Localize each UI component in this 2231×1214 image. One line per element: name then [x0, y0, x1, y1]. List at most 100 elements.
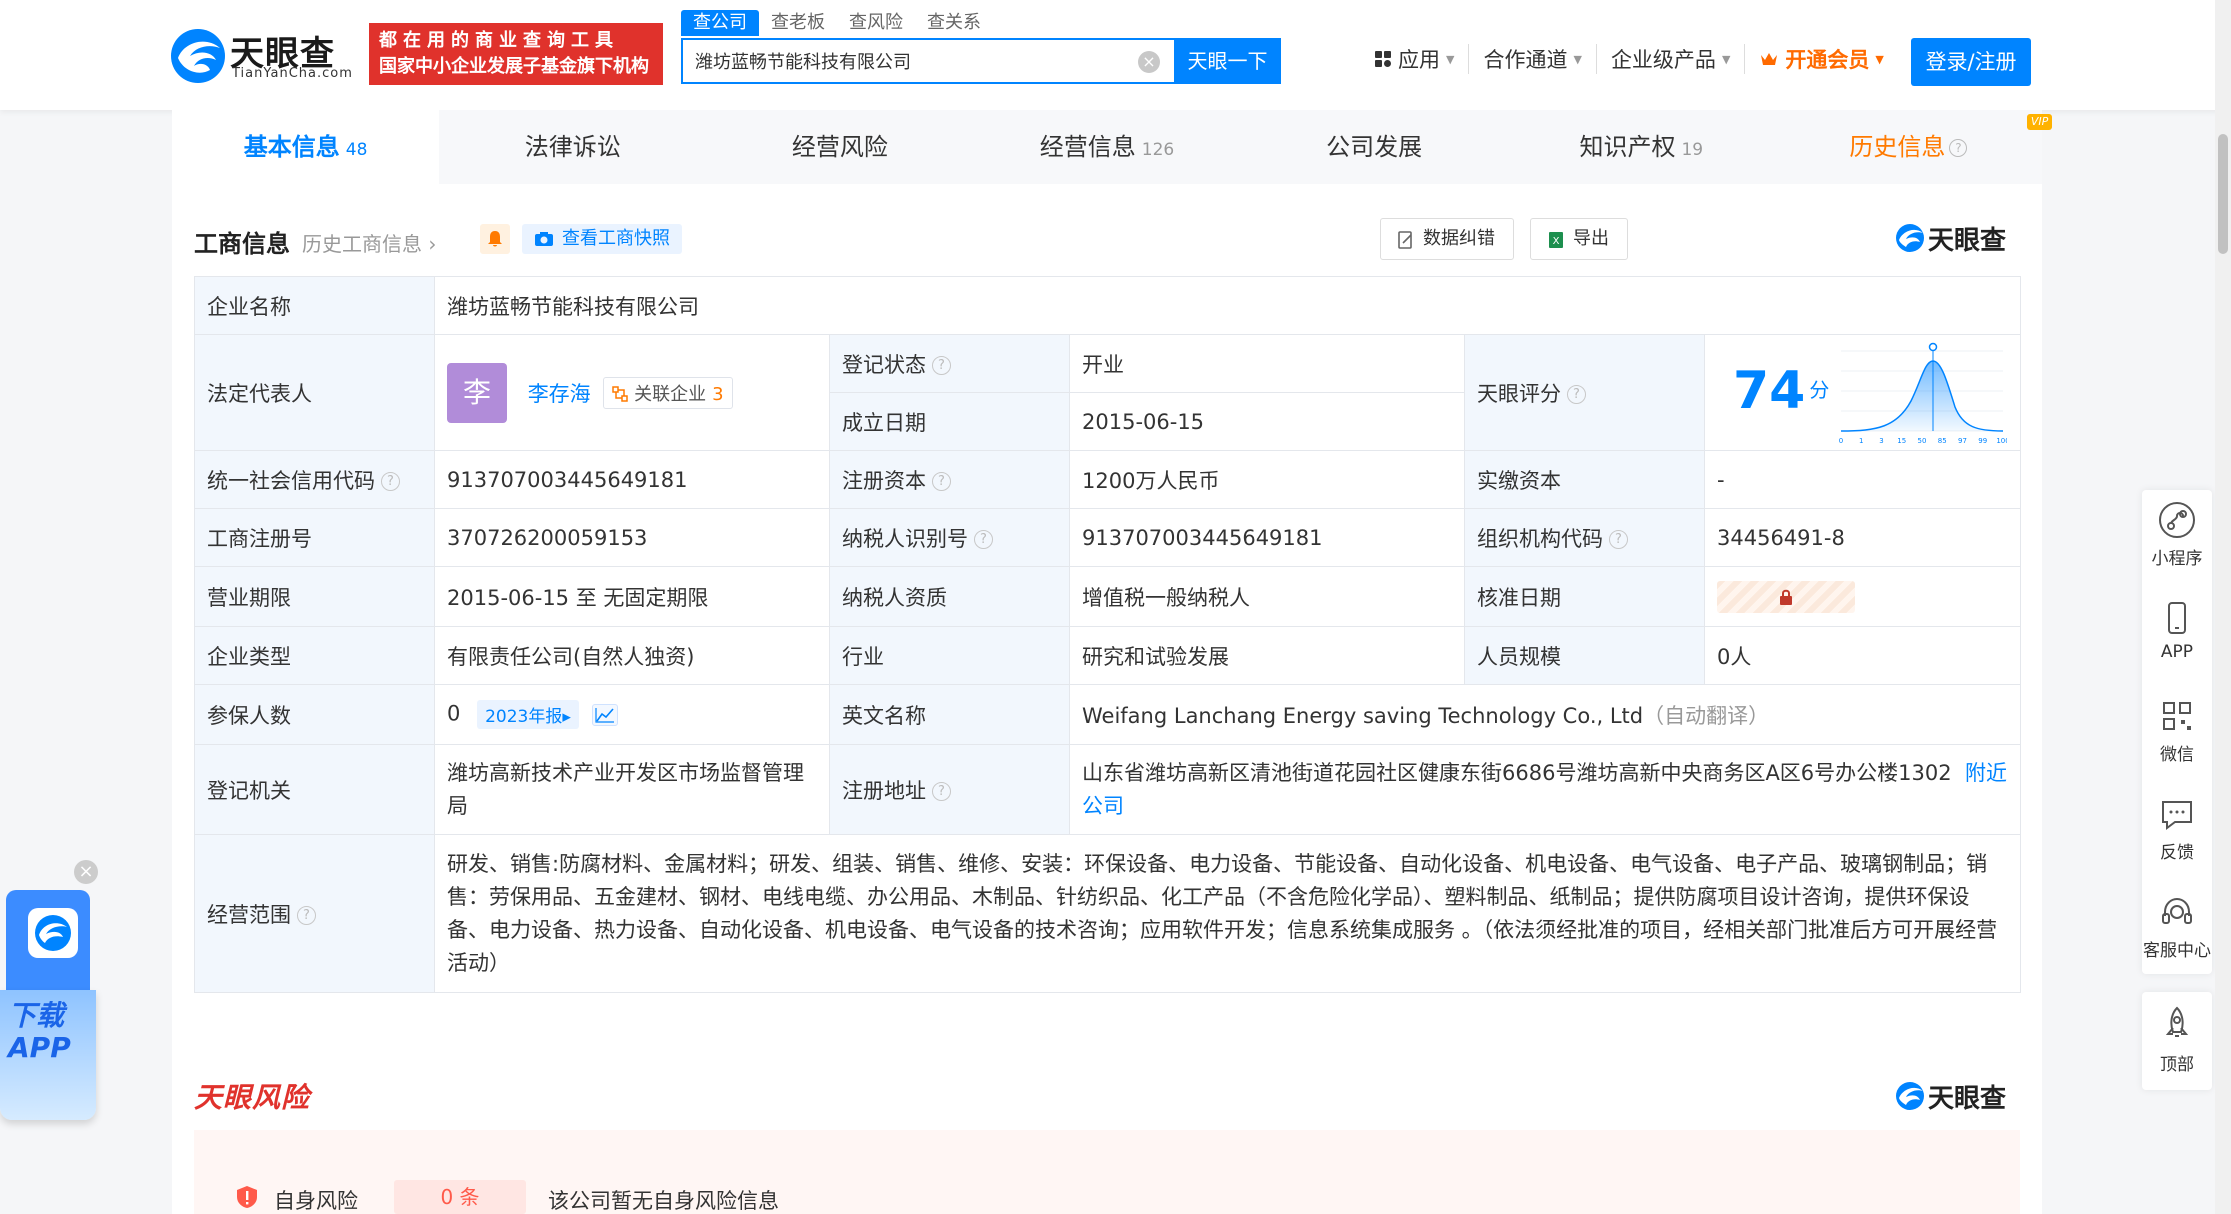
- feedback-button[interactable]: 反馈: [2142, 784, 2212, 874]
- tab-operation[interactable]: 经营信息 126: [973, 110, 1240, 184]
- related-companies-button[interactable]: 关联企业 3: [603, 376, 733, 409]
- nav-vip[interactable]: 开通会员 ▼: [1745, 44, 1897, 74]
- legal-rep-cell: 李 李存海 关联企业 3: [434, 334, 830, 451]
- address-label-text: 注册地址: [842, 778, 926, 803]
- english-note: （自动翻译）: [1643, 703, 1770, 728]
- right-float-toolbar: 小程序 APP 微信 反馈 客服中心: [2142, 490, 2212, 974]
- tab-count: 126: [1141, 140, 1175, 160]
- term-value: 2015-06-15 至 无固定期限: [434, 566, 830, 627]
- help-icon[interactable]: ?: [381, 472, 400, 491]
- tab-basic-info[interactable]: 基本信息 48: [172, 110, 440, 184]
- score-value: 74: [1733, 361, 1806, 421]
- staff-label: 人员规模: [1464, 626, 1705, 685]
- nav-apps[interactable]: 应用 ▼: [1360, 44, 1470, 74]
- vertical-scrollbar[interactable]: [2215, 0, 2231, 1214]
- reg-no-label: 工商注册号: [194, 508, 435, 567]
- company-name-value: 潍坊蓝畅节能科技有限公司: [433, 276, 2022, 335]
- wechat-button[interactable]: 微信: [2142, 686, 2212, 776]
- edit-icon: [1398, 231, 1412, 249]
- bell-icon[interactable]: [480, 224, 510, 254]
- avatar[interactable]: 李: [447, 362, 507, 423]
- phone-icon: [2168, 602, 2186, 634]
- risk-section-title: 天眼风险: [194, 1081, 311, 1114]
- search-input[interactable]: [683, 40, 1103, 82]
- vip-badge: VIP: [2026, 114, 2053, 130]
- legal-rep-link[interactable]: 李存海: [528, 382, 591, 406]
- self-risk-row[interactable]: 自身风险 0 条 该公司暂无自身风险信息: [194, 1130, 2020, 1214]
- table-row: 工商注册号 370726200059153 纳税人识别号? 9137070034…: [194, 508, 2022, 567]
- help-icon[interactable]: ?: [1609, 530, 1628, 549]
- shield-alert-icon: [237, 1186, 257, 1208]
- reg-no-value: 370726200059153: [434, 508, 830, 567]
- back-to-top-label: 顶部: [2160, 1055, 2194, 1075]
- score-cell[interactable]: 74分 0 1 3 15 50 85 97 99 100: [1703, 334, 2022, 451]
- self-risk-message: 该公司暂无自身风险信息: [548, 1189, 779, 1213]
- search-tab-risk[interactable]: 查风险: [837, 10, 915, 36]
- close-icon[interactable]: ×: [74, 860, 98, 884]
- search-button[interactable]: 天眼一下: [1174, 38, 1281, 84]
- feedback-icon: [2162, 801, 2192, 830]
- help-icon[interactable]: ?: [932, 472, 951, 491]
- search-tab-relation[interactable]: 查关系: [915, 10, 993, 36]
- app-button[interactable]: APP: [2142, 588, 2212, 678]
- nav-enterprise[interactable]: 企业级产品 ▼: [1597, 44, 1746, 74]
- search-tab-boss[interactable]: 查老板: [759, 10, 837, 36]
- score-axis-tick: 100: [1996, 437, 2007, 445]
- chevron-down-icon: ▼: [1573, 52, 1582, 66]
- est-date-label: 成立日期: [829, 392, 1070, 451]
- section-header: 工商信息 历史工商信息 › 查看工商快照 数据纠错 X 导出 天眼查: [194, 218, 2020, 262]
- tab-ip[interactable]: 知识产权 19: [1508, 110, 1775, 184]
- brand-watermark: 天眼查: [1894, 220, 2020, 256]
- tianyancha-logo-icon: [171, 29, 225, 83]
- tab-development[interactable]: 公司发展: [1241, 110, 1508, 184]
- taxpayer-id-value: 913707003445649181: [1069, 508, 1465, 567]
- help-icon[interactable]: ?: [932, 356, 951, 375]
- top-bar: 天眼查 TianYanCha.com 都在用的商业查询工具 国家中小企业发展子基…: [0, 0, 2231, 110]
- self-risk-count: 0 条: [394, 1180, 526, 1214]
- download-app-float[interactable]: × 下载 APP: [0, 860, 98, 1130]
- slogan-line2: 国家中小企业发展子基金旗下机构: [379, 56, 649, 77]
- locked-value[interactable]: [1717, 580, 1855, 613]
- bell-icon-svg: [488, 231, 502, 247]
- service-button[interactable]: 客服中心: [2142, 882, 2212, 972]
- annual-report-link[interactable]: 2023年报▸: [477, 700, 579, 729]
- trend-chart-icon[interactable]: [591, 703, 618, 726]
- login-button[interactable]: 登录/注册: [1911, 38, 2031, 86]
- taxpayer-qual-value: 增值税一般纳税人: [1069, 566, 1465, 627]
- authority-label: 登记机关: [194, 744, 435, 835]
- tab-risk[interactable]: 经营风险: [706, 110, 973, 184]
- history-business-link[interactable]: 历史工商信息 ›: [302, 228, 436, 257]
- tab-legal[interactable]: 法律诉讼: [439, 110, 706, 184]
- help-icon[interactable]: ?: [1567, 385, 1586, 404]
- slogan-line1: 都在用的商业查询工具: [379, 30, 619, 51]
- data-correction-button[interactable]: 数据纠错: [1380, 218, 1514, 260]
- snapshot-button[interactable]: 查看工商快照: [522, 224, 682, 254]
- score-distribution-chart: 0 1 3 15 50 85 97 99 100: [1839, 342, 2007, 445]
- tab-label: 历史信息: [1849, 133, 1946, 161]
- help-icon[interactable]: ?: [974, 530, 993, 549]
- clear-icon[interactable]: ×: [1138, 51, 1160, 73]
- site-logo[interactable]: 天眼查 TianYanCha.com: [170, 26, 360, 86]
- tianyancha-logo-icon: [35, 915, 71, 951]
- related-companies-count: 3: [712, 383, 724, 405]
- mini-program-button[interactable]: 小程序: [2142, 490, 2212, 580]
- download-line1: 下载: [8, 999, 65, 1032]
- score-unit: 分: [1809, 378, 1830, 402]
- qrcode-icon: [2163, 702, 2191, 730]
- tab-history[interactable]: 历史信息? VIP: [1775, 110, 2053, 184]
- export-button[interactable]: X 导出: [1530, 218, 1628, 260]
- back-to-top-button[interactable]: 顶部: [2142, 992, 2212, 1090]
- help-icon[interactable]: ?: [932, 782, 951, 801]
- help-icon[interactable]: ?: [297, 906, 316, 925]
- scrollbar-thumb[interactable]: [2218, 134, 2228, 254]
- english-cell: Weifang Lanchang Energy saving Technolog…: [1068, 684, 2022, 745]
- score-axis-tick: 3: [1879, 437, 1883, 445]
- term-label: 营业期限: [194, 566, 435, 627]
- nav-partner[interactable]: 合作通道 ▼: [1469, 44, 1597, 74]
- annual-report-label: 2023年报: [485, 707, 563, 727]
- insured-cell: 0 2023年报▸: [434, 684, 830, 745]
- network-icon: [612, 385, 629, 402]
- phone-graphic: [6, 890, 90, 990]
- search-tab-company[interactable]: 查公司: [681, 10, 759, 36]
- chevron-down-icon: ▼: [1721, 52, 1731, 66]
